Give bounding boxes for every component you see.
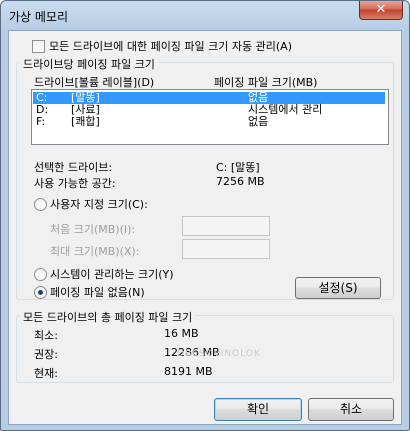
minimum-value: 16 MB bbox=[164, 327, 199, 340]
auto-manage-checkbox[interactable] bbox=[32, 40, 45, 53]
ok-button[interactable]: 확인 bbox=[214, 398, 302, 421]
title-bar[interactable]: 가상 메모리 ✕ bbox=[1, 1, 409, 29]
close-icon: ✕ bbox=[375, 2, 387, 17]
custom-size-label[interactable]: 사용자 지정 크기(C): bbox=[50, 196, 148, 212]
minimum-label: 최소: bbox=[34, 329, 58, 342]
column-header-drive: 드라이브[볼륨 레이블](D) bbox=[34, 76, 155, 89]
maximum-size-label: 최대 크기(MB)(X): bbox=[50, 245, 140, 258]
virtual-memory-window: 가상 메모리 ✕ 모든 드라이브에 대한 페이징 파일 크기 자동 관리(A) … bbox=[0, 0, 410, 431]
dialog-body: 모든 드라이브에 대한 페이징 파일 크기 자동 관리(A) 드라이브당 페이징… bbox=[8, 30, 402, 425]
selected-drive-label: 선택한 드라이브: bbox=[34, 161, 113, 174]
available-space-label: 사용 가능한 공간: bbox=[34, 177, 116, 190]
current-label: 현재: bbox=[34, 367, 58, 380]
current-value: 8191 MB bbox=[164, 365, 213, 378]
recommended-label: 권장: bbox=[34, 348, 58, 361]
per-drive-group-title: 드라이브당 페이징 파일 크기 bbox=[20, 56, 158, 72]
close-button[interactable]: ✕ bbox=[359, 1, 403, 20]
no-paging-file-radio[interactable] bbox=[34, 286, 47, 299]
auto-manage-label[interactable]: 모든 드라이브에 대한 페이징 파일 크기 자동 관리(A) bbox=[49, 38, 292, 54]
total-paging-group-title: 모든 드라이브의 총 페이징 파일 크기 bbox=[20, 309, 196, 325]
cancel-button[interactable]: 취소 bbox=[308, 398, 394, 421]
system-managed-radio[interactable] bbox=[34, 268, 47, 281]
system-managed-label[interactable]: 시스템이 관리하는 크기(Y) bbox=[50, 266, 174, 282]
initial-size-input[interactable] bbox=[182, 216, 270, 236]
selected-drive-value: C: [말똥] bbox=[216, 161, 260, 174]
custom-size-radio[interactable] bbox=[34, 198, 47, 211]
window-title: 가상 메모리 bbox=[9, 10, 69, 24]
set-button[interactable]: 설정(S) bbox=[295, 277, 381, 299]
drive-row-f[interactable]: F: [쾌합] 없음 bbox=[33, 116, 385, 128]
watermark-text: OBESOVINOLOK bbox=[177, 349, 261, 359]
available-space-value: 7256 MB bbox=[216, 175, 265, 188]
column-header-size: 페이징 파일 크기(MB) bbox=[214, 76, 318, 89]
maximum-size-input[interactable] bbox=[182, 239, 270, 259]
initial-size-label: 처음 크기(MB)(I): bbox=[50, 223, 136, 236]
drive-listbox[interactable]: C: [말똥] 없음 D: [사료] 시스템에서 관리 F: [쾌합] 없음 bbox=[31, 89, 389, 145]
no-paging-file-label[interactable]: 페이징 파일 없음(N) bbox=[50, 284, 145, 300]
